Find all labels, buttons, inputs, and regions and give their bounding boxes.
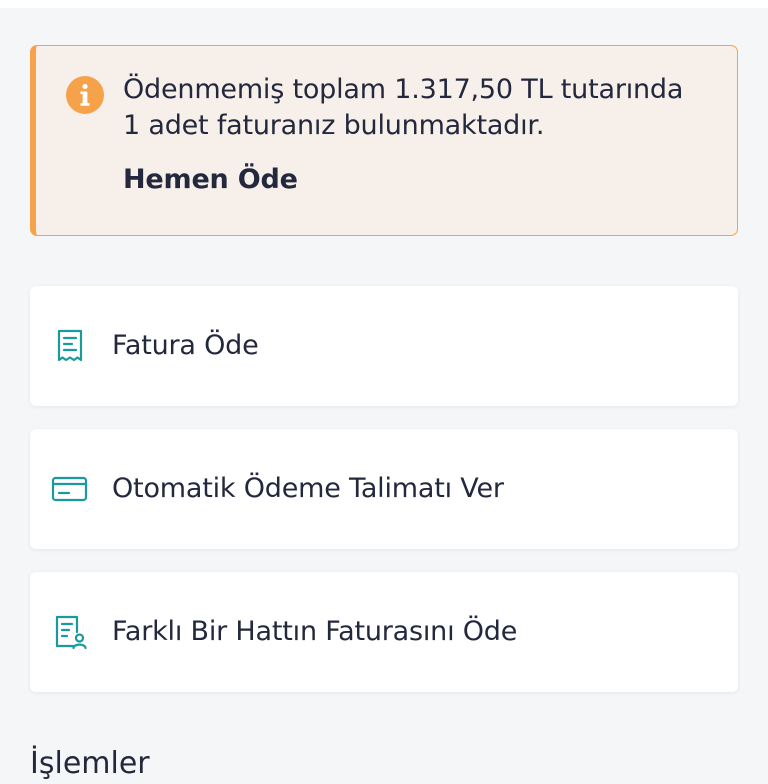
auto-payment-button[interactable]: Otomatik Ödeme Talimatı Ver: [30, 429, 738, 549]
alert-message: Ödenmemiş toplam 1.317,50 TL tutarında 1…: [123, 72, 723, 144]
alert-message-line-1: Ödenmemiş toplam 1.317,50 TL tutarında: [123, 74, 684, 105]
alert-message-line-2: 1 adet faturanız bulunmaktadır.: [123, 110, 545, 141]
receipt-icon: [57, 329, 83, 362]
auto-payment-label: Otomatik Ödeme Talimatı Ver: [112, 473, 504, 504]
pay-other-line-button[interactable]: Farklı Bir Hattın Faturasını Öde: [30, 572, 738, 692]
credit-card-icon: [51, 476, 88, 502]
pay-now-link[interactable]: Hemen Öde: [123, 164, 298, 195]
top-strip: [0, 0, 768, 8]
unpaid-bill-alert: Ödenmemiş toplam 1.317,50 TL tutarında 1…: [30, 45, 738, 236]
info-icon: [66, 76, 104, 114]
pay-other-line-label: Farklı Bir Hattın Faturasını Öde: [112, 616, 518, 647]
section-title: İşlemler: [30, 746, 150, 781]
receipt-user-icon: [55, 615, 87, 650]
pay-bill-button[interactable]: Fatura Öde: [30, 286, 738, 406]
pay-bill-label: Fatura Öde: [112, 330, 259, 361]
